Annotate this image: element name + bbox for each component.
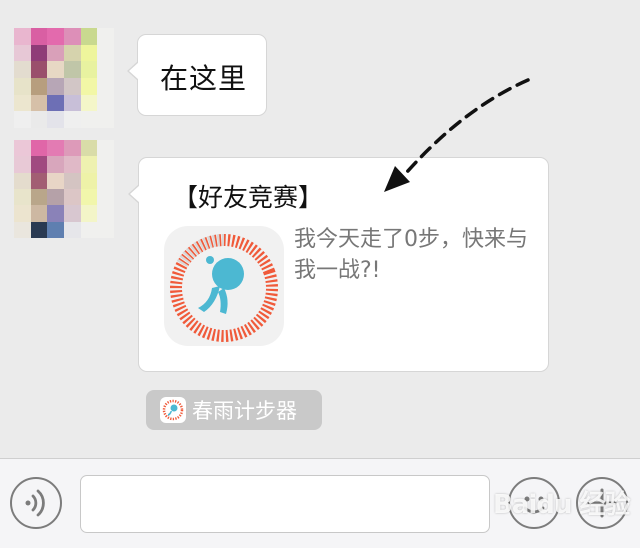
annotation-arrow-icon bbox=[384, 78, 530, 192]
message-input[interactable] bbox=[80, 475, 490, 533]
source-app-name: 春雨计步器 bbox=[192, 399, 297, 423]
pedometer-small-icon bbox=[160, 397, 186, 423]
pedometer-app-icon bbox=[164, 226, 284, 346]
card-title: 【好友竞赛】 bbox=[173, 183, 324, 212]
voice-icon bbox=[25, 489, 45, 517]
voice-button[interactable] bbox=[10, 477, 62, 529]
watermark: Baidu 经验 bbox=[493, 490, 630, 520]
contact-avatar[interactable] bbox=[14, 140, 114, 238]
contact-avatar[interactable] bbox=[14, 28, 114, 128]
card-description: 我今天走了0步，快来与我一战?! bbox=[294, 227, 528, 283]
message-bubble-text[interactable]: 在这里 bbox=[127, 34, 267, 116]
source-app-tag[interactable]: 春雨计步器 bbox=[146, 390, 322, 430]
message-text: 在这里 bbox=[160, 62, 248, 95]
